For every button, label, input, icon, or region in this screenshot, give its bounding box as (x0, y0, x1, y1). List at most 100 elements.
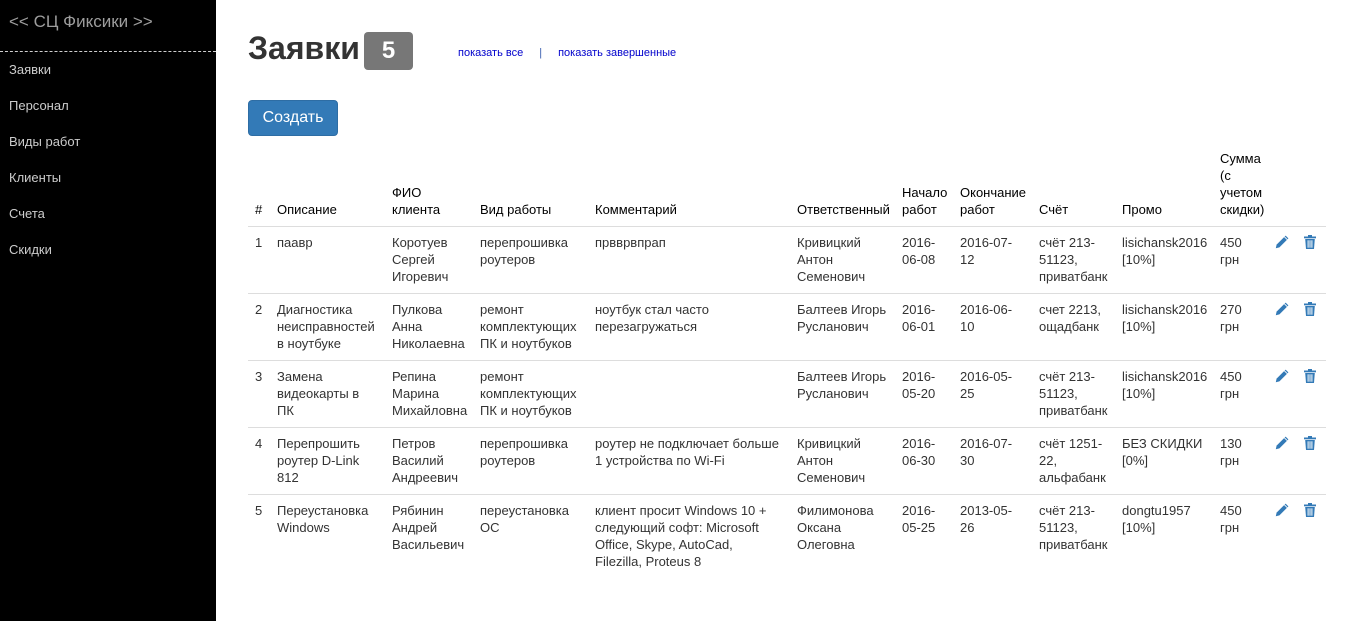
column-header-responsible: Ответственный (789, 150, 894, 227)
row-client: Петров Василий Андреевич (384, 427, 472, 495)
row-invoice: счёт 1251-22, альфабанк (1031, 427, 1114, 495)
page-title: Заявки (248, 30, 360, 66)
row-edit-cell (1270, 427, 1298, 495)
sidebar-item-clients[interactable]: Клиенты (0, 168, 216, 204)
row-client: Рябинин Андрей Васильевич (392, 503, 465, 552)
trash-icon[interactable] (1302, 435, 1318, 451)
row-work-type: ремонт комплектующих ПК и ноутбуков (472, 360, 587, 428)
filter-links: показать все | показать завершенные (458, 47, 676, 59)
row-comment: првврвпрап (587, 226, 789, 294)
pencil-icon[interactable] (1274, 301, 1290, 317)
sidebar-item-work-types[interactable]: Виды работ (0, 132, 216, 168)
row-sum: 450 грн (1220, 503, 1242, 535)
row-delete-cell (1298, 226, 1326, 294)
row-responsible: Кривицкий Антон Семенович (789, 427, 894, 495)
row-description: Замена видеокарты в ПК (269, 360, 384, 428)
row-sum: 130 грн (1212, 427, 1270, 495)
row-responsible: Филимонова Оксана Олеговна (797, 503, 874, 552)
pencil-icon[interactable] (1274, 502, 1290, 518)
column-header-description: Описание (269, 150, 384, 227)
column-header-sum: Сумма (с учетом скидки) (1212, 150, 1270, 227)
column-header-number: # (248, 150, 269, 227)
row-comment: роутер не подключает больше 1 устройства… (587, 427, 789, 495)
row-end-date: 2016-07-30 (952, 427, 1031, 495)
row-start-date: 2016-06-08 (894, 226, 952, 294)
pencil-icon[interactable] (1274, 368, 1290, 384)
count-badge: 5 (364, 32, 413, 70)
row-number: 4 (248, 427, 269, 495)
row-invoice: счёт 213-51123, приватбанк (1031, 226, 1114, 294)
row-client: Пулкова Анна Николаевна (384, 293, 472, 361)
sidebar-item-orders[interactable]: Заявки (0, 60, 216, 96)
row-work-type: переустановка ОС (480, 503, 569, 535)
trash-icon[interactable] (1302, 234, 1318, 250)
row-responsible: Кривицкий Антон Семенович (789, 226, 894, 294)
row-work-type: перепрошивка роутеров (472, 226, 587, 294)
trash-icon[interactable] (1302, 368, 1318, 384)
show-all-link[interactable]: показать все (458, 47, 523, 59)
row-start-date: 2016-05-25 (902, 503, 936, 535)
row-delete-cell (1298, 495, 1326, 579)
row-delete-cell (1298, 360, 1326, 428)
row-end-date: 2016-07-12 (952, 226, 1031, 294)
column-header-comment: Комментарий (587, 150, 789, 227)
row-promo: БЕЗ СКИДКИ [0%] (1114, 427, 1212, 495)
show-completed-link[interactable]: показать завершенные (558, 47, 676, 59)
orders-table: # Описание ФИО клиента Вид работы Коммен… (248, 150, 1326, 578)
row-promo: lisichansk2016 [10%] (1114, 360, 1212, 428)
row-description: Перепрошить роутер D-Link 812 (269, 427, 384, 495)
table-row: 5 Переустановка Windows Рябинин Андрей Вас… (248, 495, 1326, 579)
row-invoice: счет 2213, ощадбанк (1031, 293, 1114, 361)
column-header-work-type: Вид работы (472, 150, 587, 227)
row-responsible: Балтеев Игорь Русланович (789, 293, 894, 361)
table-header-row: # Описание ФИО клиента Вид работы Коммен… (248, 150, 1326, 227)
orders-body: 1 паавр Коротуев Сергей Игоревич перепрошив… (248, 226, 1326, 579)
row-responsible: Балтеев Игорь Русланович (789, 360, 894, 428)
column-header-promo: Промо (1114, 150, 1212, 227)
main-content: Заявки 5 показать все | показать завершенн… (248, 0, 1338, 621)
pencil-icon[interactable] (1274, 234, 1290, 250)
sidebar-item-discounts[interactable]: Скидки (0, 240, 216, 276)
row-edit-cell (1270, 495, 1298, 579)
column-header-edit (1270, 150, 1298, 227)
row-promo: dongtu1957 [10%] (1122, 503, 1191, 535)
row-edit-cell (1270, 293, 1298, 361)
row-edit-cell (1270, 226, 1298, 294)
sidebar-nav: Заявки Персонал Виды работ Клиенты Счета… (0, 52, 216, 276)
sidebar-item-staff[interactable]: Персонал (0, 96, 216, 132)
row-sum: 270 грн (1212, 293, 1270, 361)
row-end-date: 2013-05-26 (960, 503, 1013, 535)
column-header-delete (1298, 150, 1326, 227)
brand-link[interactable]: << СЦ Фиксики >> (0, 0, 216, 52)
table-row: 1 паавр Коротуев Сергей Игоревич перепрошив… (248, 226, 1326, 294)
table-row: 4 Перепрошить роутер D-Link 812 Петров Вас… (248, 427, 1326, 495)
row-sum: 450 грн (1212, 226, 1270, 294)
trash-icon[interactable] (1302, 502, 1318, 518)
row-promo: lisichansk2016 [10%] (1114, 293, 1212, 361)
pencil-icon[interactable] (1274, 435, 1290, 451)
row-number: 5 (255, 503, 263, 518)
row-start-date: 2016-06-30 (894, 427, 952, 495)
column-header-invoice: Счёт (1031, 150, 1114, 227)
row-number: 1 (248, 226, 269, 294)
row-invoice: счёт 213-51123, приватбанк (1031, 360, 1114, 428)
row-work-type: ремонт комплектующих ПК и ноутбуков (472, 293, 587, 361)
column-header-end: Окончание работ (952, 150, 1031, 227)
row-delete-cell (1298, 427, 1326, 495)
row-number: 2 (248, 293, 269, 361)
table-row: 2 Диагностика неисправностей в ноутбуке Пу… (248, 293, 1326, 361)
row-end-date: 2016-05-25 (952, 360, 1031, 428)
row-delete-cell (1298, 293, 1326, 361)
row-client: Коротуев Сергей Игоревич (384, 226, 472, 294)
sidebar: << СЦ Фиксики >> Заявки Персонал Виды ра… (0, 0, 216, 621)
table-row: 3 Замена видеокарты в ПК Репина Марина Мих… (248, 360, 1326, 428)
row-work-type: перепрошивка роутеров (472, 427, 587, 495)
sidebar-item-invoices[interactable]: Счета (0, 204, 216, 240)
row-comment (587, 360, 789, 428)
row-description: Переустановка Windows (277, 503, 369, 535)
row-end-date: 2016-06-10 (952, 293, 1031, 361)
row-description: Диагностика неисправностей в ноутбуке (269, 293, 384, 361)
link-separator: | (539, 47, 543, 59)
trash-icon[interactable] (1302, 301, 1318, 317)
create-button[interactable]: Создать (248, 100, 338, 136)
